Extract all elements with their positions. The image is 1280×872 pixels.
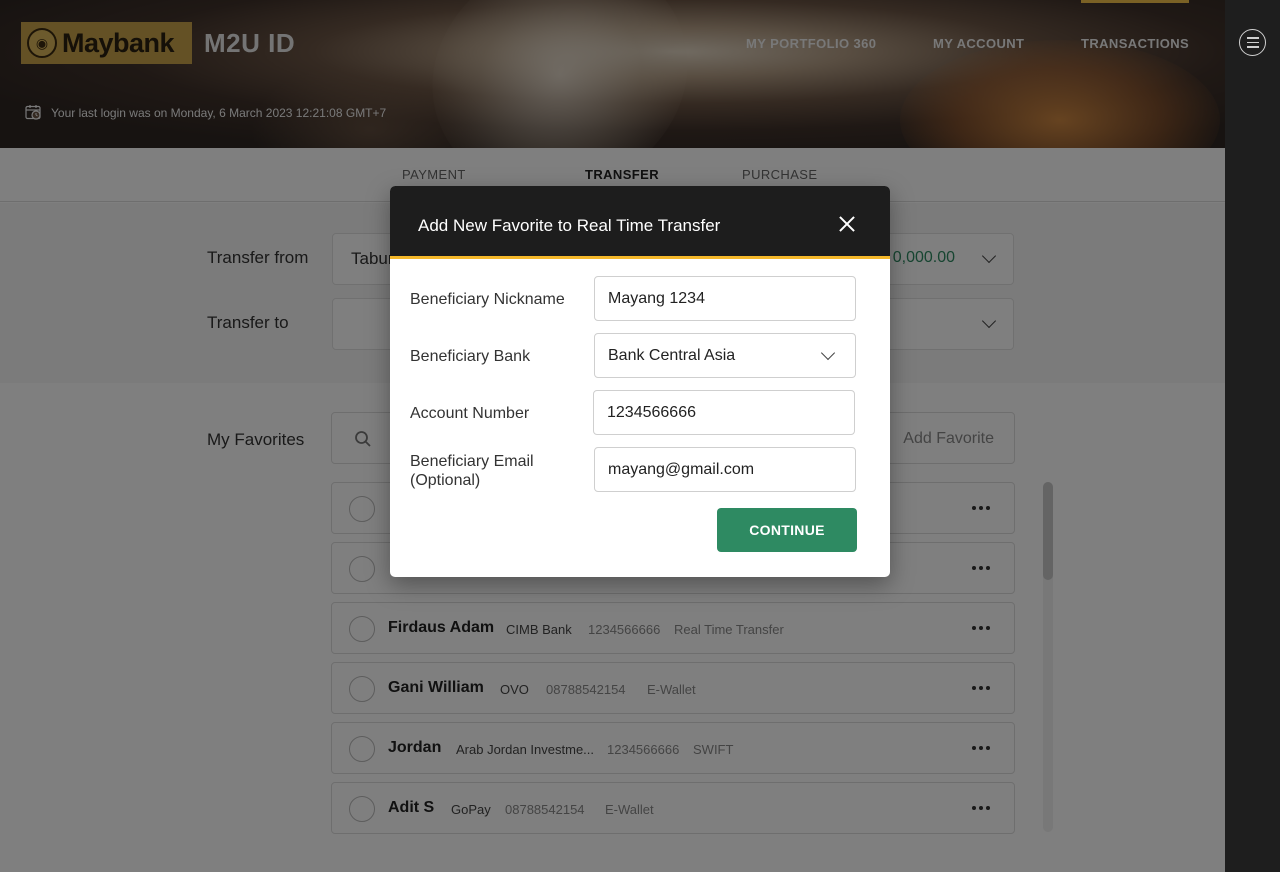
account-number-value: 1234566666: [607, 404, 696, 421]
beneficiary-nickname-field[interactable]: Mayang 1234: [594, 276, 856, 321]
beneficiary-bank-label: Beneficiary Bank: [410, 348, 531, 365]
modal-title: Add New Favorite to Real Time Transfer: [418, 216, 721, 235]
beneficiary-email-label: Beneficiary Email (Optional): [410, 453, 534, 489]
continue-button[interactable]: CONTINUE: [717, 508, 857, 552]
modal-header: Add New Favorite to Real Time Transfer: [390, 186, 890, 259]
menu-icon[interactable]: [1239, 29, 1266, 56]
add-favorite-modal: Add New Favorite to Real Time Transfer B…: [390, 186, 890, 577]
beneficiary-bank-select[interactable]: Bank Central Asia: [594, 333, 856, 378]
beneficiary-bank-value: Bank Central Asia: [608, 347, 736, 364]
account-number-field[interactable]: 1234566666: [593, 390, 855, 435]
beneficiary-nickname-value: Mayang 1234: [608, 290, 705, 307]
account-number-label: Account Number: [410, 405, 530, 422]
right-rail: [1225, 0, 1280, 872]
chevron-down-icon: [820, 345, 836, 361]
beneficiary-nickname-label: Beneficiary Nickname: [410, 291, 565, 308]
beneficiary-email-value: mayang@gmail.com: [608, 461, 755, 478]
close-icon[interactable]: [837, 214, 857, 234]
beneficiary-email-field[interactable]: mayang@gmail.com: [594, 447, 856, 492]
